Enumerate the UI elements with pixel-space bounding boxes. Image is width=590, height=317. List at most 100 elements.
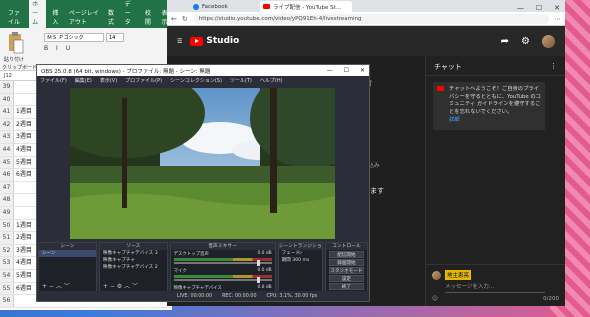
chat-learn-more-link[interactable]: 詳細	[449, 117, 541, 125]
paste-label: 貼り付け	[4, 57, 25, 63]
font-size-select[interactable]: 14	[106, 33, 124, 42]
cell[interactable]: 2週目	[14, 232, 32, 244]
cell[interactable]	[14, 295, 16, 307]
start-recording-button[interactable]: 録画開始	[328, 259, 364, 266]
share-icon[interactable]: ➦	[501, 36, 509, 47]
tab-facebook[interactable]: Facebook	[190, 1, 260, 12]
row-number[interactable]: 55	[0, 282, 14, 295]
address-bar[interactable]: https://studio.youtube.com/video/yPQ91Eh…	[192, 13, 549, 24]
row-number[interactable]: 54	[0, 269, 14, 282]
address-bar-row: ← ↻ https://studio.youtube.com/video/yPQ…	[167, 12, 565, 26]
tab-youtube-label: ライブ配信 - YouTube St...	[273, 4, 341, 11]
cell[interactable]: 1週目	[14, 220, 32, 232]
row-number[interactable]: 50	[0, 219, 14, 232]
row-number[interactable]: 42	[0, 118, 14, 131]
row-number[interactable]: 51	[0, 232, 14, 244]
excel-tab-layout[interactable]: ページレイアウト	[66, 6, 102, 28]
cell[interactable]	[14, 182, 16, 194]
menu-file[interactable]: ファイル(F)	[40, 77, 67, 84]
cell[interactable]: 3週目	[14, 131, 32, 143]
row-number[interactable]: 56	[0, 295, 14, 307]
source-item[interactable]: 映像キャプチャデバイス 2	[100, 264, 167, 271]
row-number[interactable]: 39	[0, 81, 14, 93]
maximize-icon[interactable]: ☐	[344, 67, 349, 74]
excel-tab-file[interactable]: ファイル	[5, 6, 26, 28]
cell[interactable]: 5週目	[14, 270, 32, 282]
back-icon[interactable]: ←	[171, 15, 177, 23]
minimize-icon[interactable]: —	[327, 67, 333, 74]
cell[interactable]: 1週目	[14, 106, 32, 118]
cell[interactable]	[14, 81, 16, 93]
minimize-icon[interactable]: —	[517, 4, 524, 12]
tab-youtube-studio[interactable]: ライブ配信 - YouTube St...	[260, 1, 352, 12]
row-number[interactable]: 45	[0, 156, 14, 169]
source-item[interactable]: 映像キャプチャデバイス 3	[100, 250, 167, 257]
cell[interactable]: 4週目	[14, 144, 32, 156]
exit-button[interactable]: 終了	[328, 283, 364, 290]
row-number[interactable]: 40	[0, 93, 14, 106]
emoji-icon[interactable]: ☺	[432, 296, 438, 302]
obs-preview-video[interactable]	[70, 88, 335, 239]
source-item[interactable]: 映像キャプチャ	[100, 257, 167, 264]
excel-tab-formulas[interactable]: 数式	[105, 6, 119, 28]
row-number[interactable]: 53	[0, 257, 14, 269]
cell[interactable]: 5週目	[14, 157, 32, 169]
start-streaming-button[interactable]: 配信開始	[328, 251, 364, 258]
menu-tools[interactable]: ツール(T)	[230, 77, 252, 84]
chat-username: 地主恵亮	[445, 270, 472, 280]
studio-mode-button[interactable]: スタジオモード	[328, 267, 364, 274]
cell[interactable]: 3週目	[14, 245, 32, 257]
cell[interactable]	[14, 94, 16, 106]
sources-toolbar[interactable]: + − ⚙ ︿ ﹀	[100, 284, 167, 291]
row-number[interactable]: 46	[0, 169, 14, 181]
scenes-toolbar[interactable]: + − ︿ ﹀	[39, 284, 96, 291]
close-icon[interactable]: ✕	[554, 4, 560, 12]
menu-profile[interactable]: プロファイル(P)	[125, 77, 162, 84]
settings-button[interactable]: 設定	[328, 275, 364, 282]
excel-tab-review[interactable]: 校閲	[142, 6, 156, 28]
row-number[interactable]: 49	[0, 206, 14, 219]
excel-tab-insert[interactable]: 挿入	[49, 6, 63, 28]
cell[interactable]: 6週目	[14, 169, 32, 181]
format-buttons[interactable]: B I U	[44, 45, 124, 55]
avatar[interactable]	[542, 34, 555, 48]
row-number[interactable]: 43	[0, 131, 14, 143]
cell[interactable]: 2週目	[14, 119, 32, 131]
refresh-icon[interactable]: ↻	[182, 15, 188, 23]
menu-view[interactable]: 表示(V)	[100, 77, 117, 84]
sources-header: ソース	[99, 243, 167, 250]
menu-scene-collection[interactable]: シーンコレクション(S)	[170, 77, 222, 84]
row-number[interactable]: 44	[0, 143, 14, 156]
transition-duration[interactable]: 期間 300 ms	[279, 257, 322, 264]
mixer-channel-db: 0.0 dB	[257, 251, 272, 256]
volume-slider[interactable]	[173, 277, 272, 283]
cell[interactable]	[14, 207, 16, 219]
scene-item[interactable]: シーン	[39, 250, 96, 257]
row-number[interactable]: 52	[0, 244, 14, 257]
menu-icon[interactable]: ☰	[177, 38, 182, 45]
obs-window-controls: — ☐ ✕	[327, 67, 365, 74]
volume-slider[interactable]	[173, 260, 272, 266]
row-number[interactable]: 48	[0, 194, 14, 206]
close-icon[interactable]: ✕	[360, 67, 365, 74]
cell[interactable]: 6週目	[14, 283, 32, 295]
obs-menu-bar: ファイル(F) 編集(E) 表示(V) プロファイル(P) シーンコレクション(…	[37, 76, 369, 85]
excel-tab-home[interactable]: ホーム	[29, 0, 47, 28]
row-number[interactable]: 41	[0, 106, 14, 118]
studio-logo[interactable]: Studio	[190, 36, 239, 46]
mixer-channel: マイク 0.0 dB	[171, 267, 275, 275]
cell[interactable]	[14, 194, 16, 206]
more-icon[interactable]: ⋯	[554, 15, 561, 23]
excel-tab-data[interactable]: データ	[122, 0, 139, 28]
row-number[interactable]: 47	[0, 181, 14, 194]
mixer-channel: デスクトップ音声 0.0 dB	[171, 250, 275, 258]
menu-edit[interactable]: 編集(E)	[75, 77, 92, 84]
font-name-select[interactable]: ＭＳ Ｐゴシック	[44, 33, 104, 42]
chat-message-input[interactable]: メッセージを入力...	[445, 282, 559, 290]
cell[interactable]: 4週目	[14, 257, 32, 269]
maximize-icon[interactable]: ☐	[536, 4, 542, 12]
paste-icon[interactable]	[6, 32, 24, 54]
more-vert-icon[interactable]: ⋮	[550, 62, 557, 70]
gear-icon[interactable]: ⚙	[521, 36, 530, 47]
menu-help[interactable]: ヘルプ(H)	[260, 77, 283, 84]
